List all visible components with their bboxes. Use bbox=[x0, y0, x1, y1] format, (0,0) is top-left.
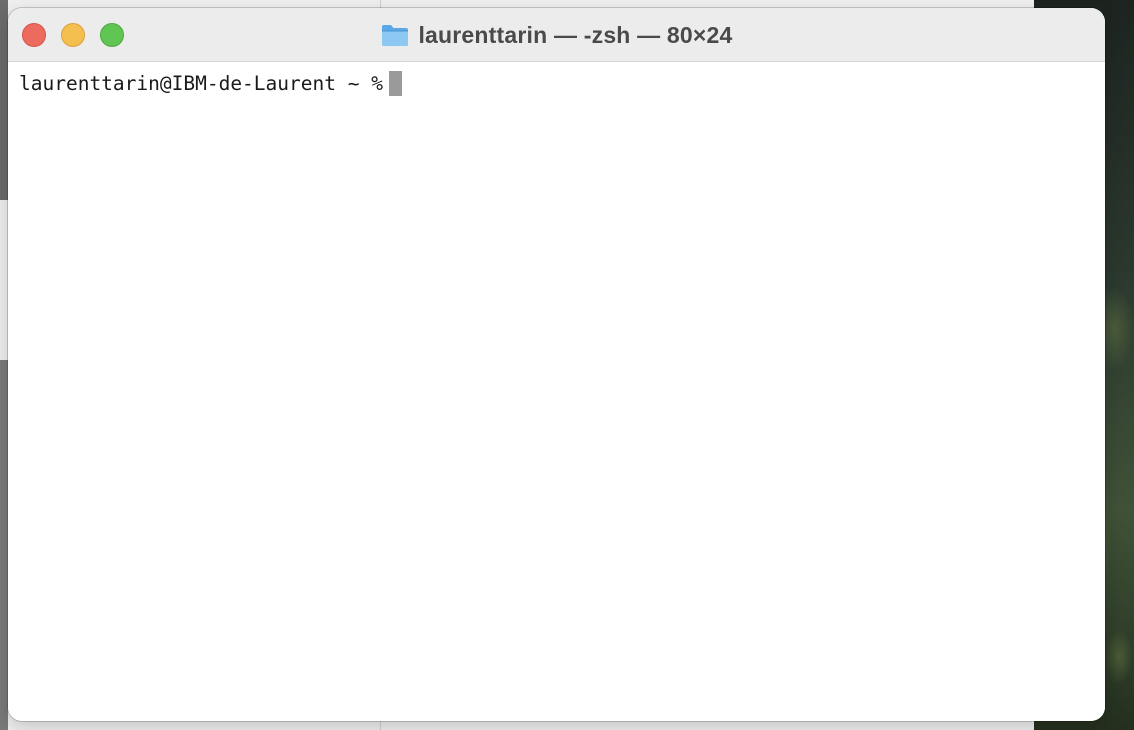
close-button[interactable] bbox=[22, 23, 46, 47]
terminal-content[interactable]: laurenttarin@IBM-de-Laurent ~ % bbox=[8, 62, 1105, 721]
window-title-text: laurenttarin — -zsh — 80×24 bbox=[418, 21, 733, 48]
zoom-button[interactable] bbox=[100, 23, 124, 47]
text-cursor bbox=[388, 70, 402, 96]
background-edge bbox=[0, 0, 8, 200]
shell-prompt: laurenttarin@IBM-de-Laurent ~ % bbox=[19, 71, 383, 95]
background-edge bbox=[0, 360, 8, 730]
minimize-button[interactable] bbox=[61, 23, 85, 47]
title-bar[interactable]: laurenttarin — -zsh — 80×24 bbox=[8, 8, 1105, 62]
window-title: laurenttarin — -zsh — 80×24 bbox=[8, 8, 1105, 62]
terminal-window[interactable]: laurenttarin — -zsh — 80×24 laurenttarin… bbox=[8, 8, 1105, 721]
prompt-line[interactable]: laurenttarin@IBM-de-Laurent ~ % bbox=[19, 68, 402, 98]
folder-icon bbox=[382, 25, 409, 46]
